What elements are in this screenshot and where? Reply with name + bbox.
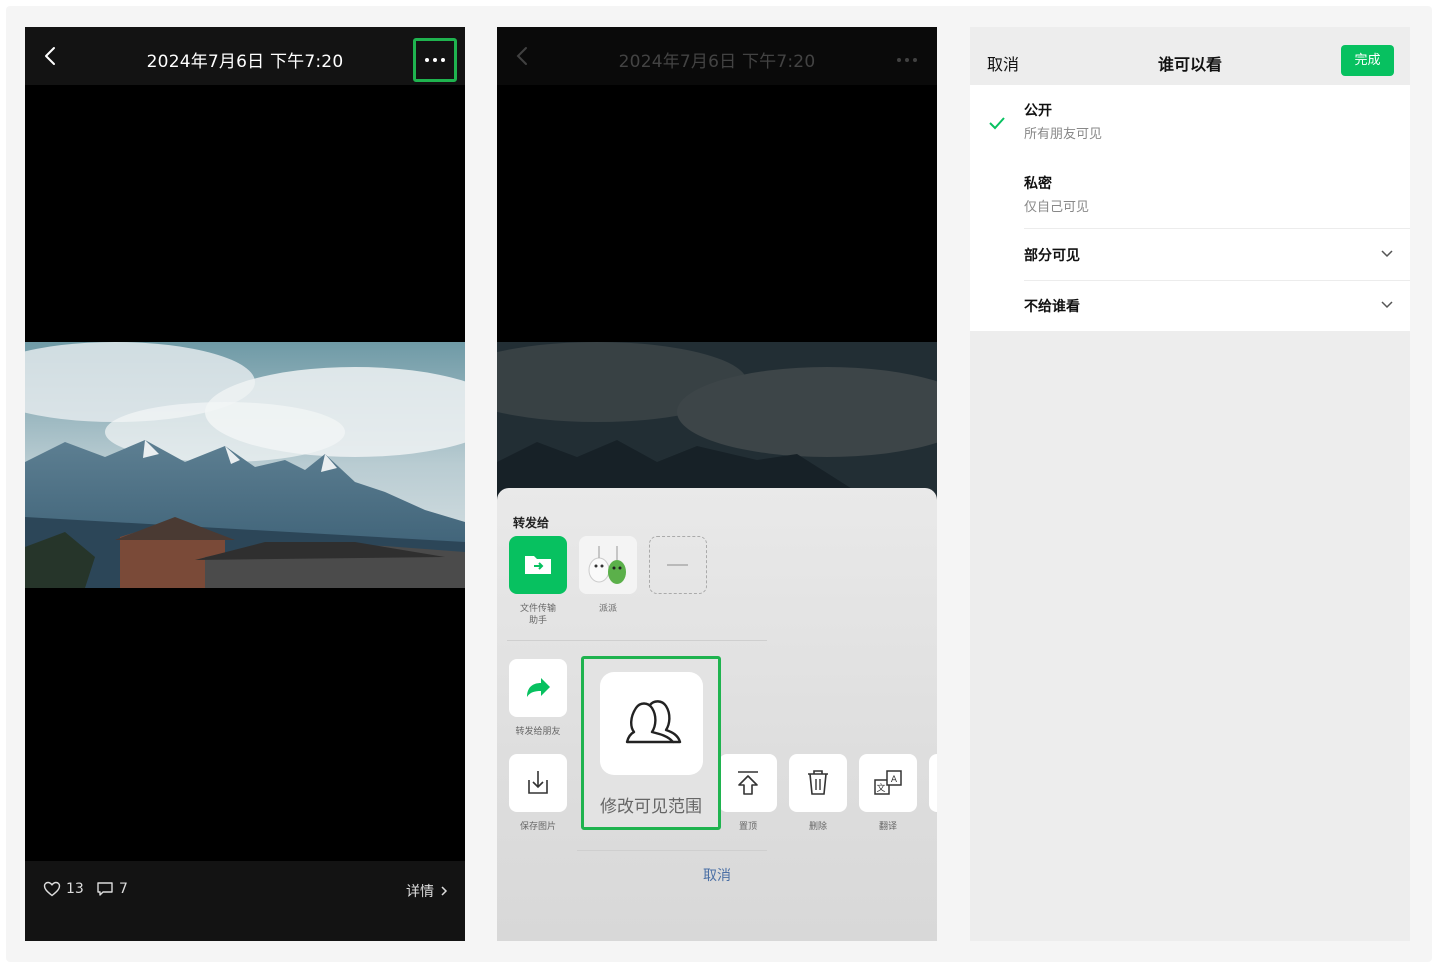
- more-actions-tile[interactable]: [929, 754, 937, 812]
- comments-count: 7: [119, 881, 128, 897]
- action-label: 转发给朋友: [515, 727, 561, 737]
- contact-file-transfer[interactable]: [509, 536, 567, 594]
- action-label: 保存图片: [519, 822, 556, 832]
- delete-button[interactable]: [789, 754, 847, 812]
- more-button[interactable]: [885, 38, 929, 82]
- option-title: 部分可见: [1024, 248, 1080, 264]
- details-label: 详情: [406, 884, 434, 900]
- comment-icon: [97, 882, 113, 896]
- top-bar: 2024年7月6日 下午7:20: [25, 27, 465, 85]
- translate-icon: A 文: [874, 770, 902, 795]
- placeholder-dash-icon: [667, 564, 688, 566]
- landscape-image: [25, 342, 465, 588]
- option-title: 私密: [1024, 176, 1052, 192]
- option-subtitle: 所有朋友可见: [1024, 127, 1103, 142]
- section-divider: [577, 850, 767, 851]
- action-label: 删除: [808, 822, 827, 832]
- chevron-right-icon: [441, 886, 448, 896]
- action-sheet-screen: 2024年7月6日 下午7:20 转发给 文件传输 助手 派派 转发给朋友 保存…: [497, 27, 937, 941]
- translate-button[interactable]: A 文: [859, 754, 917, 812]
- more-contacts-placeholder[interactable]: [649, 536, 707, 594]
- details-link[interactable]: 详情: [406, 881, 449, 901]
- forward-to-friend-button[interactable]: [509, 659, 567, 717]
- share-action-sheet: 转发给 文件传输 助手 派派 转发给朋友 保存图片 置顶 删除 A 文 翻译 取…: [497, 488, 937, 941]
- post-timestamp: 2024年7月6日 下午7:20: [146, 52, 344, 72]
- save-image-button[interactable]: [509, 754, 567, 812]
- who-can-see-screen: 取消 谁可以看 完成 公开 所有朋友可见 私密 仅自己可见 部分可见 不给谁看: [970, 27, 1410, 941]
- more-button[interactable]: [413, 38, 457, 82]
- delete-icon: [808, 770, 828, 795]
- check-icon: [989, 117, 1005, 130]
- likes-count: 13: [66, 881, 84, 897]
- more-dots-icon: [897, 58, 917, 62]
- visibility-options-list: 公开 所有朋友可见 私密 仅自己可见 部分可见 不给谁看: [970, 85, 1410, 331]
- svg-text:A: A: [891, 775, 898, 785]
- action-label: 翻译: [878, 822, 897, 832]
- visibility-icon: [625, 700, 682, 744]
- bottom-bar: 13 7 详情: [25, 861, 465, 941]
- option-public[interactable]: 公开 所有朋友可见: [970, 85, 1410, 157]
- post-timestamp: 2024年7月6日 下午7:20: [618, 52, 816, 72]
- avatar-image: [579, 536, 637, 594]
- option-title: 公开: [1024, 103, 1052, 119]
- section-divider: [507, 640, 767, 641]
- change-visibility-label: 修改可见范围: [600, 797, 702, 817]
- forward-to-heading: 转发给: [513, 516, 550, 530]
- like-stat[interactable]: 13: [43, 881, 84, 897]
- option-subtitle: 仅自己可见: [1024, 200, 1090, 215]
- more-dots-icon: [425, 58, 445, 62]
- moment-photo[interactable]: [25, 342, 465, 588]
- top-bar: 2024年7月6日 下午7:20: [497, 27, 937, 85]
- comment-stat[interactable]: 7: [96, 881, 128, 897]
- pin-top-icon: [738, 771, 758, 795]
- change-visibility-tile[interactable]: [600, 672, 703, 775]
- moment-detail-screen: 2024年7月6日 下午7:20 13 7 详情: [25, 27, 465, 941]
- done-button[interactable]: 完成: [1341, 45, 1394, 76]
- top-bar: 取消 谁可以看 完成: [970, 27, 1410, 85]
- heart-icon: [43, 881, 61, 897]
- action-label: 置顶: [738, 822, 757, 832]
- option-title: 不给谁看: [1024, 299, 1080, 315]
- contact-label: 文件传输 助手: [519, 604, 556, 626]
- option-private[interactable]: 私密 仅自己可见: [970, 157, 1410, 229]
- svg-text:文: 文: [876, 782, 885, 794]
- change-visibility-highlight[interactable]: 修改可见范围: [581, 656, 721, 830]
- cancel-button[interactable]: 取消: [497, 865, 937, 885]
- option-partial[interactable]: 部分可见: [970, 229, 1410, 280]
- file-transfer-icon: [525, 556, 551, 574]
- chevron-down-icon: [1381, 301, 1393, 309]
- contact-paipai[interactable]: [579, 536, 637, 594]
- forward-icon: [527, 678, 550, 697]
- pin-top-button[interactable]: [719, 754, 777, 812]
- contact-label: 派派: [598, 604, 617, 614]
- chevron-down-icon: [1381, 250, 1393, 258]
- option-exclude[interactable]: 不给谁看: [970, 281, 1410, 331]
- save-image-icon: [528, 771, 548, 794]
